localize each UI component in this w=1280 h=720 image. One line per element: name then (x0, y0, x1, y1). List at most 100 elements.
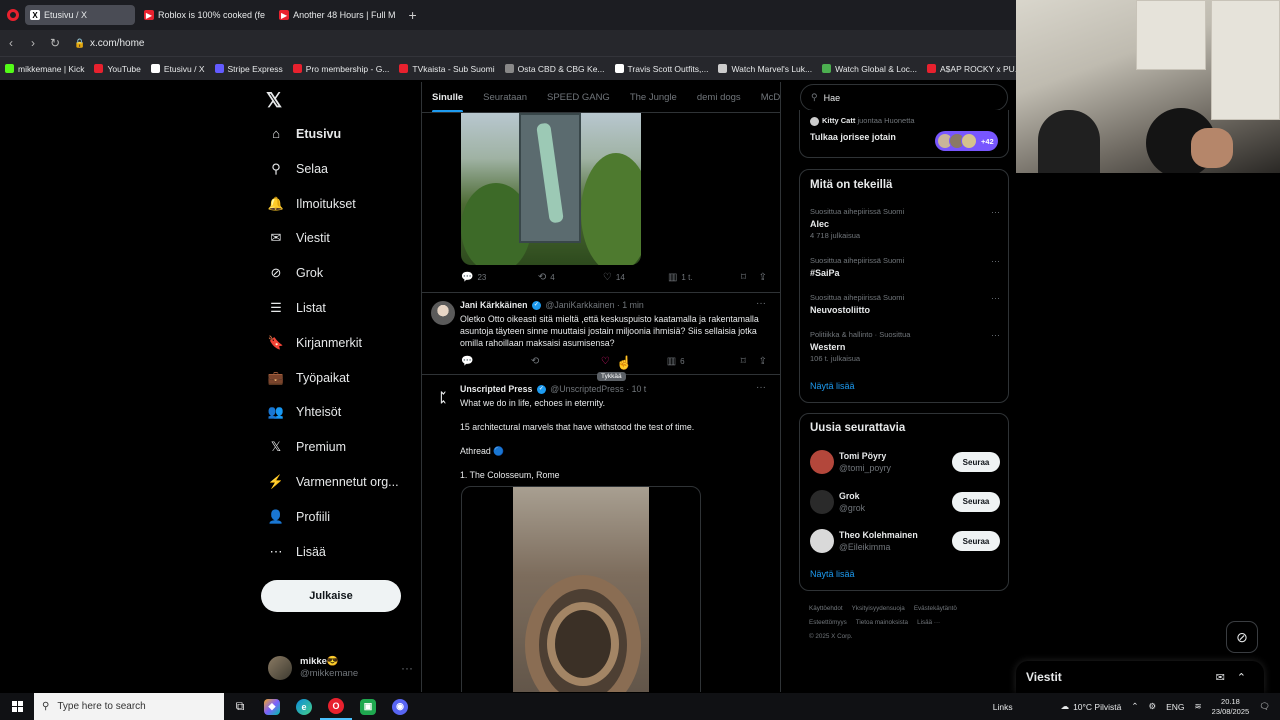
tweet-image-colosseum[interactable] (461, 486, 701, 692)
repost-button[interactable]: ⟲ (531, 356, 601, 367)
bookmark-item[interactable]: TVkaista - Sub Suomi (394, 64, 499, 74)
taskbar-app-teams[interactable]: ◆ (256, 693, 288, 720)
chevron-up-icon[interactable]: ⌃ (1237, 671, 1246, 684)
tab-sinulle[interactable]: Sinulle (422, 82, 473, 112)
taskbar-search-input[interactable]: ⚲ Type here to search (34, 693, 224, 720)
bookmark-item[interactable]: Stripe Express (210, 64, 288, 74)
trend-item[interactable]: Suosittua aihepiirissä Suomi Alec 4 718 ju… (810, 206, 1000, 242)
reload-icon[interactable]: ↻ (44, 36, 66, 50)
taskbar-app-green[interactable]: ▣ (352, 693, 384, 720)
nav-item-varmennetut-org-[interactable]: ⚡ Varmennetut org... (266, 474, 399, 490)
bookmark-item[interactable]: Travis Scott Outfits,... (610, 64, 714, 74)
new-tab-button[interactable]: + (408, 7, 416, 23)
more-dots-icon[interactable]: ··· (991, 255, 1000, 267)
bookmark-button[interactable]: ⌑ (741, 356, 759, 367)
like-button[interactable]: ♡ 14 (603, 272, 668, 283)
follow-button[interactable]: Seuraa (952, 491, 1000, 512)
tab-speed-gang[interactable]: SPEED GANG (537, 82, 620, 112)
avatar[interactable] (431, 301, 455, 325)
weather-widget[interactable]: 10°C Pilvistä (1073, 702, 1121, 712)
bookmark-button[interactable]: ⌑ (741, 272, 759, 283)
clock[interactable]: 20.18 23/08/2025 (1212, 697, 1250, 717)
nav-item-grok[interactable]: ⊘ Grok (266, 265, 324, 281)
more-dots-icon[interactable]: ··· (991, 292, 1000, 304)
nav-item-kirjanmerkit[interactable]: 🔖 Kirjanmerkit (266, 335, 362, 351)
share-button[interactable]: ⇪ (759, 356, 771, 367)
show-more-link[interactable]: Näytä lisää (810, 381, 855, 391)
nav-item-lisää[interactable]: ⋯ Lisää (266, 544, 326, 560)
footer-link[interactable]: Yksityisyydensuoja (852, 605, 905, 612)
browser-tab-48hours[interactable]: ▶ Another 48 Hours | Full M (274, 5, 400, 25)
space-listeners[interactable]: +42 (935, 131, 998, 151)
nav-item-premium[interactable]: 𝕏 Premium (266, 439, 346, 455)
footer-link[interactable]: © 2025 X Corp. (809, 633, 853, 640)
footer-link[interactable]: Käyttöehdot (809, 605, 843, 612)
footer-link[interactable]: Esteettömyys (809, 619, 847, 626)
show-more-link[interactable]: Näytä lisää (810, 569, 855, 579)
nav-item-profiili[interactable]: 👤 Profiili (266, 509, 330, 525)
footer-link[interactable]: Lisää ··· (917, 619, 940, 626)
back-icon[interactable]: ‹ (0, 36, 22, 50)
repost-button[interactable]: ⟲ 4 (538, 272, 603, 283)
suggestion-name[interactable]: Theo Kolehmainen (839, 529, 918, 541)
suggestion-name[interactable]: Grok (839, 490, 865, 502)
tweet-author-handle[interactable]: @JaniKarkkainen (545, 300, 614, 310)
nav-item-selaa[interactable]: ⚲ Selaa (266, 161, 328, 177)
browser-tab-roblox[interactable]: ▶ Roblox is 100% cooked (fe (139, 5, 270, 25)
wifi-icon[interactable]: ≋ (1195, 701, 1202, 712)
chevron-up-icon[interactable]: ⌃ (1131, 701, 1138, 712)
notification-icon[interactable]: 🗨 (1259, 701, 1270, 712)
trend-item[interactable]: Suosittua aihepiirissä Suomi #SaiPa ··· (810, 255, 1000, 279)
live-space-card[interactable]: Kitty Catt juontaa Huonetta Tulkaa joris… (799, 110, 1009, 158)
tweet-image-map[interactable] (461, 113, 641, 265)
bookmark-item[interactable]: Watch Marvel's Luk... (713, 64, 817, 74)
account-switcher[interactable]: mikke😎 @mikkemane ··· (268, 652, 413, 684)
nav-item-listat[interactable]: ☰ Listat (266, 300, 326, 316)
share-button[interactable]: ⇪ (759, 272, 771, 283)
start-button[interactable] (0, 701, 34, 712)
taskbar-app-discord[interactable]: ◉ (384, 693, 416, 720)
views-button[interactable]: ▥ 6 (667, 356, 741, 367)
more-dots-icon[interactable]: ··· (756, 382, 766, 393)
nav-item-yhteisöt[interactable]: 👥 Yhteisöt (266, 404, 341, 420)
tab-mcdonal[interactable]: McDonal (751, 82, 780, 112)
views-button[interactable]: ▥ 1 t. (668, 272, 741, 283)
like-button[interactable]: ♡ (601, 356, 667, 367)
nav-item-etusivu[interactable]: ⌂ Etusivu (266, 126, 341, 141)
avatar[interactable] (810, 529, 834, 553)
tweet-author-name[interactable]: Jani Kärkkäinen (460, 300, 527, 310)
more-dots-icon[interactable]: ··· (991, 329, 1000, 341)
footer-link[interactable]: Tietoa mainoksista (856, 619, 908, 626)
tweet-author-name[interactable]: Unscripted Press (460, 384, 532, 394)
follow-button[interactable]: Seuraa (952, 531, 1000, 551)
tweet-time[interactable]: · 10 t (626, 384, 646, 394)
tab-the-jungle[interactable]: The Jungle (620, 82, 687, 112)
more-dots-icon[interactable]: ··· (401, 661, 413, 675)
tweet-author-handle[interactable]: @UnscriptedPress (550, 384, 623, 394)
avatar[interactable] (810, 450, 834, 474)
post-button[interactable]: Julkaise (261, 580, 401, 612)
bookmark-item[interactable]: A$AP ROCKY x PU... (922, 64, 1016, 74)
bookmark-item[interactable]: YouTube (89, 64, 145, 74)
bookmark-item[interactable]: Pro membership - G... (288, 64, 395, 74)
bookmark-item[interactable]: Etusivu / X (146, 64, 210, 74)
url-field[interactable]: x.com/home (90, 38, 144, 49)
search-input[interactable]: ⚲ Hae (800, 84, 1008, 111)
tweet-jani[interactable]: Jani Kärkkäinen ✓ @JaniKarkkainen · 1 mi… (422, 292, 780, 374)
reply-button[interactable]: 💬 (461, 356, 531, 367)
footer-link[interactable]: Evästekäytäntö (914, 605, 957, 612)
taskbar-app-edge[interactable]: e (288, 693, 320, 720)
trend-item[interactable]: Politiikka & hallinto · Suosittua Western… (810, 329, 1000, 365)
bookmark-item[interactable]: mikkemane | Kick (0, 64, 89, 74)
messages-drawer[interactable]: Viestit ✉ ⌃ (1016, 661, 1264, 693)
follow-suggestion[interactable]: Theo Kolehmainen @Eileikimma Seuraa (810, 527, 1000, 555)
browser-tab-x[interactable]: X Etusivu / X (25, 5, 135, 25)
tab-seurataan[interactable]: Seurataan (473, 82, 537, 112)
taskbar-app-opera[interactable]: O (320, 693, 352, 720)
trend-item[interactable]: Suosittua aihepiirissä Suomi Neuvostoliit… (810, 292, 1000, 316)
more-dots-icon[interactable]: ··· (991, 206, 1000, 218)
links-toolbar[interactable]: Links (993, 702, 1013, 712)
tweet-time[interactable]: · 1 min (617, 300, 644, 310)
language-indicator[interactable]: ENG (1166, 702, 1184, 712)
task-view-button[interactable]: ⧉ (224, 693, 256, 720)
